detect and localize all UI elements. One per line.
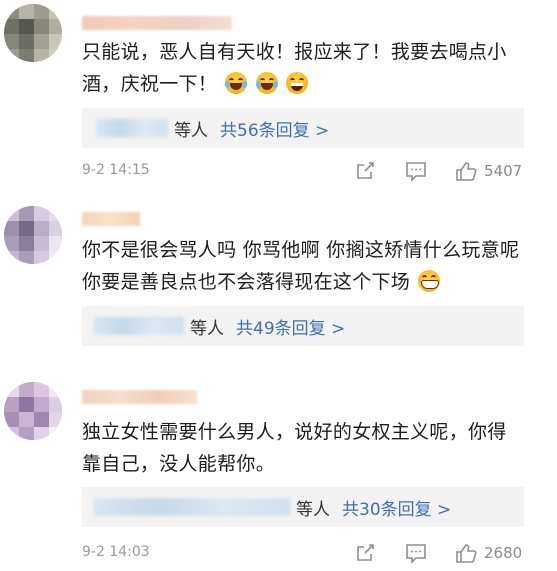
like-count: 5407	[484, 162, 523, 180]
comment-text: 独立女性需要什么男人，说好的女权主义呢，你得靠自己，没人能帮你。	[82, 416, 522, 480]
comment-icon[interactable]	[404, 542, 428, 564]
comment-2: 你不是很会骂人吗 你骂他啊 你搁这矫情什么玩意呢 你要是善良点也不会落得现在这个…	[0, 200, 557, 380]
comment-meta: 9-2 14:03 2680	[82, 542, 552, 568]
username[interactable]	[82, 16, 232, 30]
username[interactable]	[82, 390, 197, 404]
comment-meta: 9-2 14:15 5407	[82, 160, 552, 186]
thumbs-up-icon[interactable]	[454, 160, 478, 182]
laugh-cry-emoji	[225, 72, 248, 94]
timestamp: 9-2 14:15	[82, 162, 150, 178]
username[interactable]	[82, 212, 140, 226]
grin-emoji	[286, 72, 309, 94]
comment-text-body: 你不是很会骂人吗 你骂他啊 你搁这矫情什么玩意呢 你要是善良点也不会落得现在这个…	[82, 239, 520, 293]
reply-count-link[interactable]: 共30条回复 >	[342, 495, 451, 520]
reply-users-blurred	[94, 317, 184, 335]
reply-users-blurred	[96, 119, 168, 137]
comment-text: 只能说，恶人自有天收！报应来了！我要去喝点小酒，庆祝一下！	[82, 36, 522, 100]
reply-count-link[interactable]: 共56条回复 >	[220, 116, 329, 141]
avatar[interactable]	[4, 4, 62, 62]
replies-box[interactable]: 等人 共56条回复 >	[82, 108, 524, 148]
replies-box[interactable]: 等人 共49条回复 >	[82, 306, 524, 346]
reply-users-suffix: 等人	[174, 121, 208, 141]
comment-icon[interactable]	[404, 160, 428, 182]
comment-text-body: 独立女性需要什么男人，说好的女权主义呢，你得靠自己，没人能帮你。	[82, 421, 507, 475]
comment-text: 你不是很会骂人吗 你骂他啊 你搁这矫情什么玩意呢 你要是善良点也不会落得现在这个…	[82, 234, 522, 298]
avatar[interactable]	[4, 206, 62, 264]
share-icon[interactable]	[354, 160, 376, 182]
timestamp: 9-2 14:03	[82, 544, 150, 560]
comment-3: 独立女性需要什么男人，说好的女权主义呢，你得靠自己，没人能帮你。 等人 共30条…	[0, 380, 557, 571]
avatar[interactable]	[4, 382, 62, 440]
reply-count-link[interactable]: 共49条回复 >	[236, 314, 345, 339]
like-count: 2680	[484, 544, 523, 562]
reply-users-suffix: 等人	[190, 319, 224, 339]
grin-teeth-emoji	[418, 270, 441, 292]
reply-users-suffix: 等人	[296, 500, 330, 520]
reply-users-blurred	[94, 498, 290, 516]
thumbs-up-icon[interactable]	[454, 542, 478, 564]
share-icon[interactable]	[354, 542, 376, 564]
replies-box[interactable]: 等人 共30条回复 >	[82, 487, 524, 527]
laugh-cry-emoji	[255, 72, 278, 94]
comment-1: 只能说，恶人自有天收！报应来了！我要去喝点小酒，庆祝一下！ 等人 共56条回复 …	[0, 0, 557, 200]
